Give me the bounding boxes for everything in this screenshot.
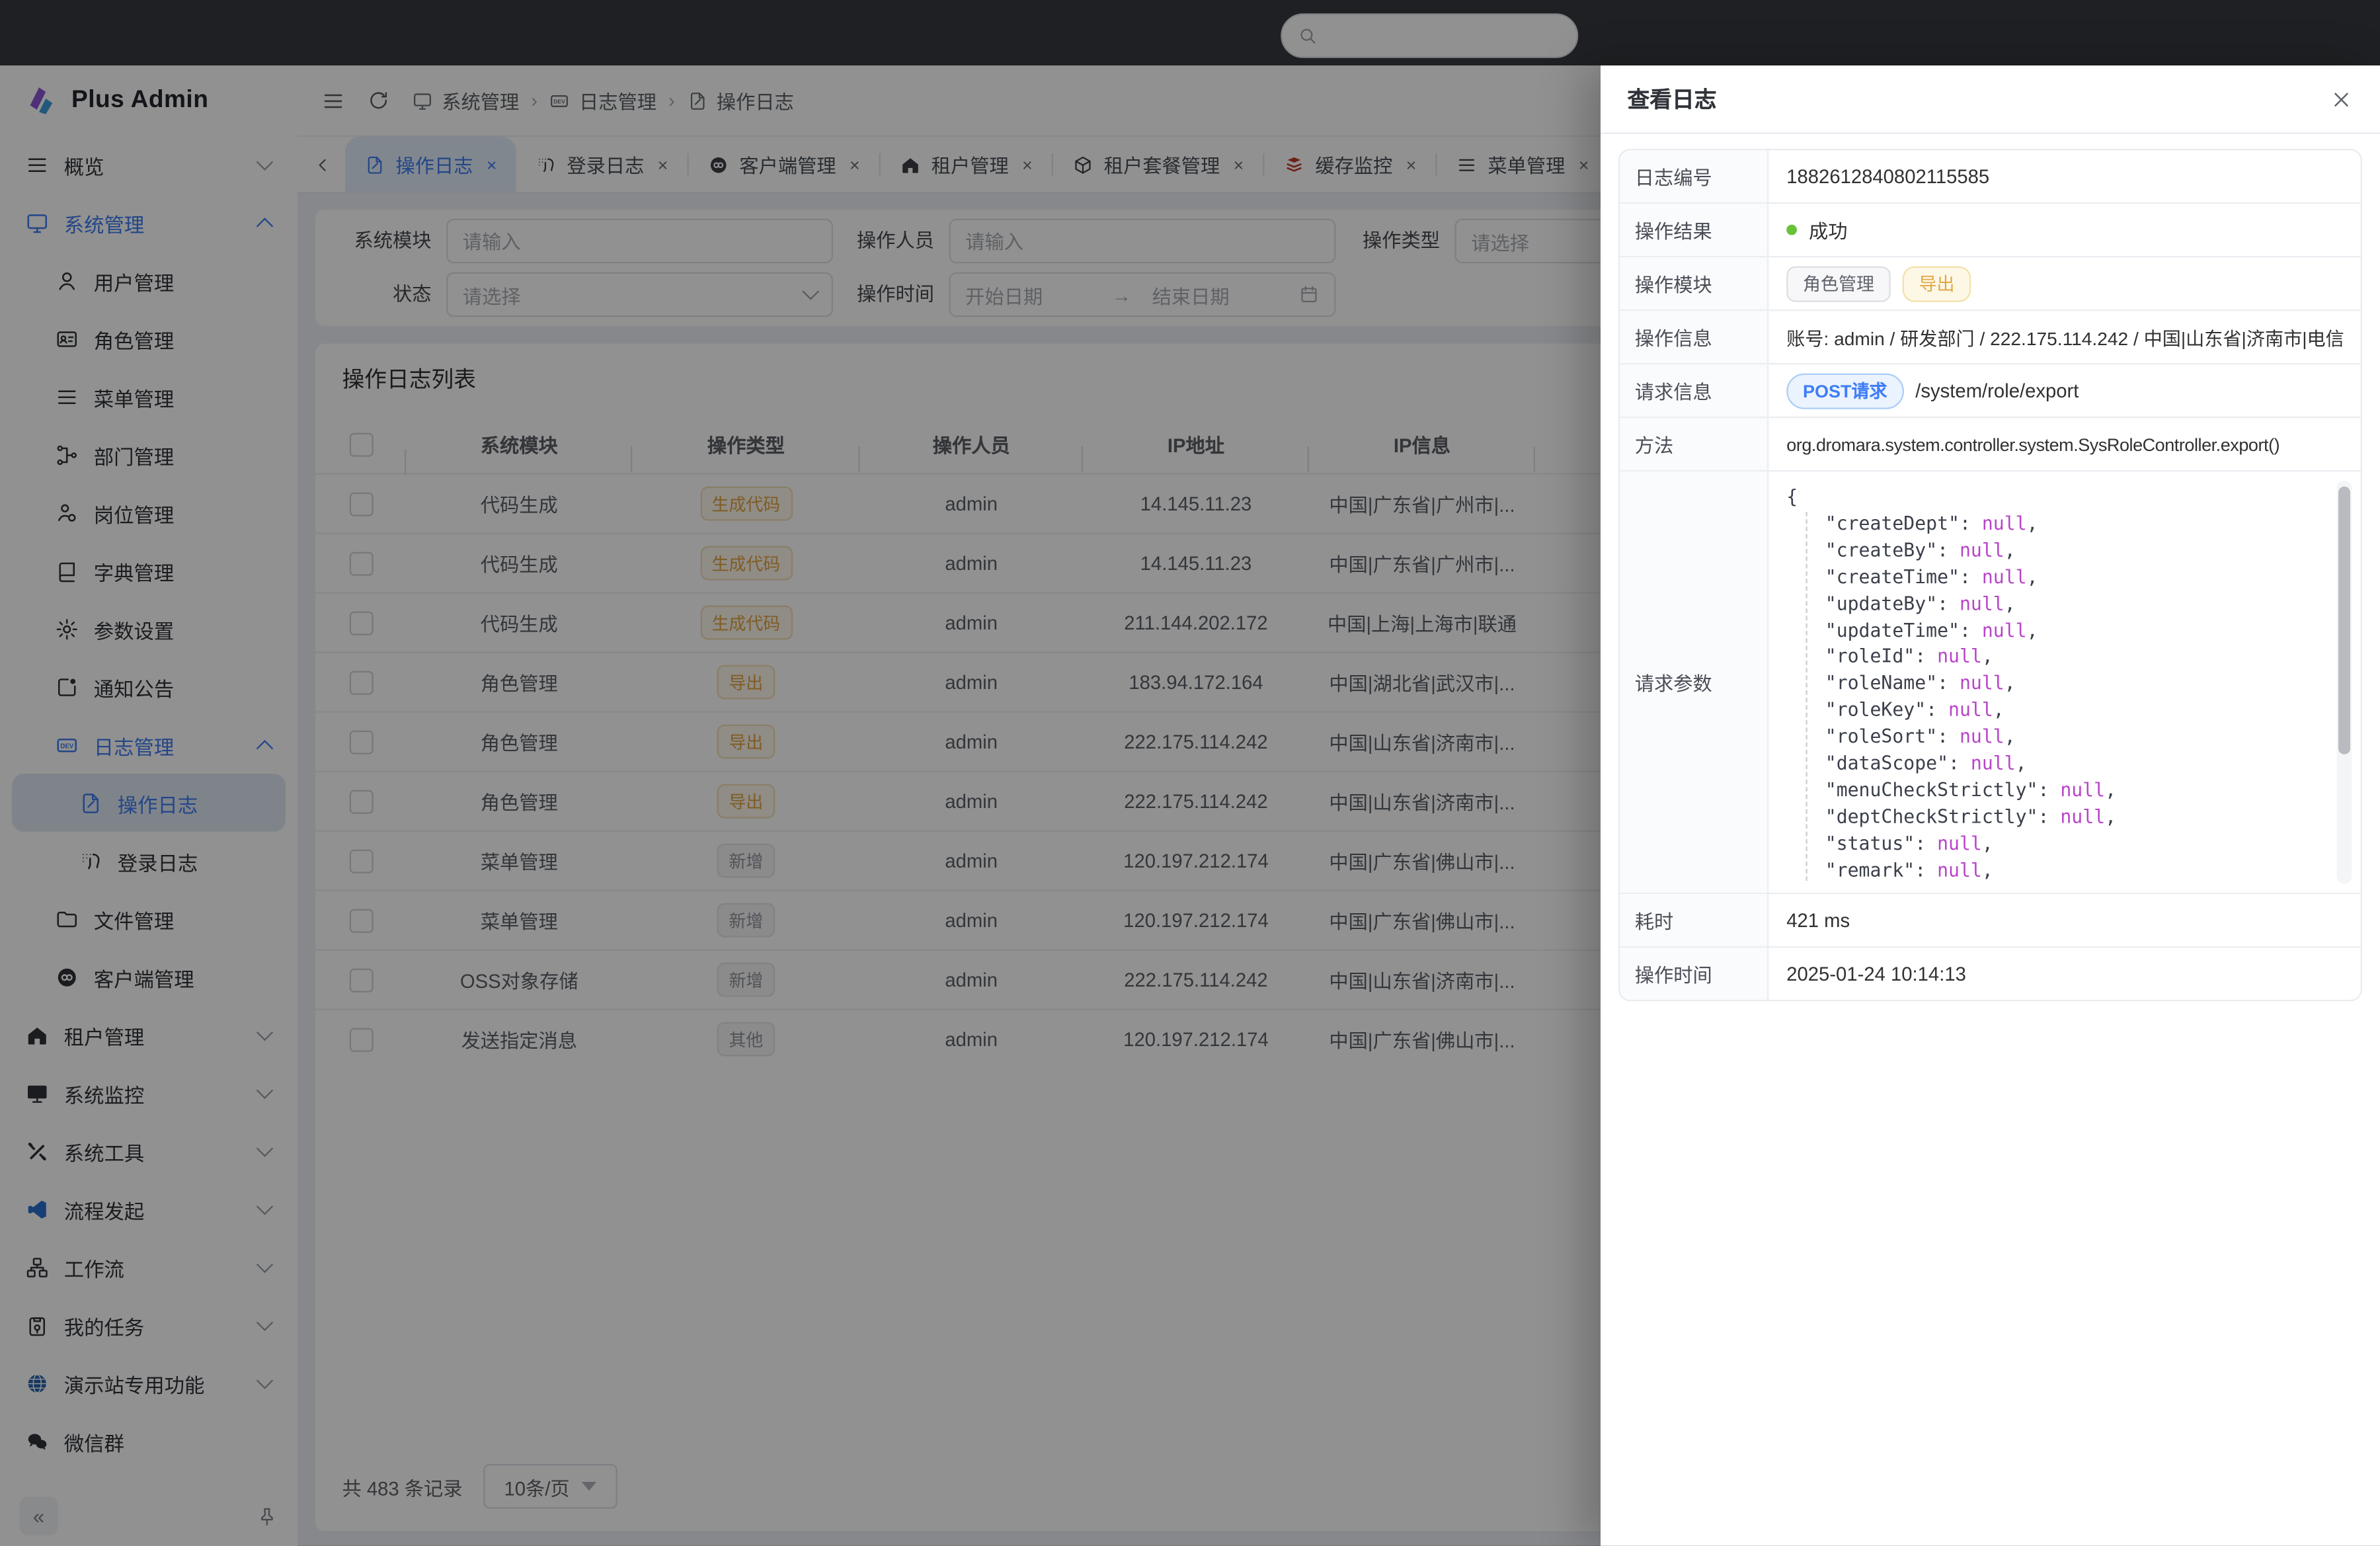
detail-row-time: 操作时间 2025-01-24 10:14:13 [1620,948,2361,1000]
detail-row-info: 操作信息 账号: admin / 研发部门 / 222.175.114.242 … [1620,311,2361,364]
request-params-json[interactable]: { createDeptnull createBynull createTime… [1768,471,2361,893]
scrollbar[interactable] [2337,481,2352,884]
success-dot-icon [1786,225,1797,235]
detail-row-method: 方法 org.dromara.system.controller.system.… [1620,418,2361,471]
view-log-drawer: 查看日志 日志编号 1882612840802115585 操作结果 成功 操作… [1601,65,2380,1546]
drawer-header: 查看日志 [1601,65,2380,134]
page: Plus Admin 概览 系统管理 用户管理 角色管理 菜单管理 [0,0,2380,1546]
duration-value: 421 ms [1786,909,1850,932]
scrollbar-thumb[interactable] [2338,487,2350,754]
close-icon[interactable] [2330,87,2354,111]
detail-row-module: 操作模块 角色管理 导出 [1620,257,2361,311]
operation-time-value: 2025-01-24 10:14:13 [1786,963,1966,985]
request-url: /system/role/export [1915,380,2079,402]
result-value: 成功 [1809,216,1848,244]
drawer-title: 查看日志 [1628,83,1717,114]
detail-row-result: 操作结果 成功 [1620,204,2361,257]
module-tag: 角色管理 [1786,266,1891,302]
detail-row-params: 请求参数 { createDeptnull createBynull creat… [1620,471,2361,894]
detail-row-request: 请求信息 POST请求 /system/role/export [1620,364,2361,418]
log-details: 日志编号 1882612840802115585 操作结果 成功 操作模块 角色… [1618,149,2362,1001]
log-id-value: 1882612840802115585 [1786,165,1989,188]
operation-type-tag: 导出 [1903,266,1971,302]
detail-row-duration: 耗时 421 ms [1620,894,2361,948]
post-method-tag: POST请求 [1786,373,1903,409]
method-value: org.dromara.system.controller.system.Sys… [1786,434,2280,455]
detail-row-log-id: 日志编号 1882612840802115585 [1620,150,2361,204]
operation-info-value: 账号: admin / 研发部门 / 222.175.114.242 / 中国|… [1786,323,2344,351]
